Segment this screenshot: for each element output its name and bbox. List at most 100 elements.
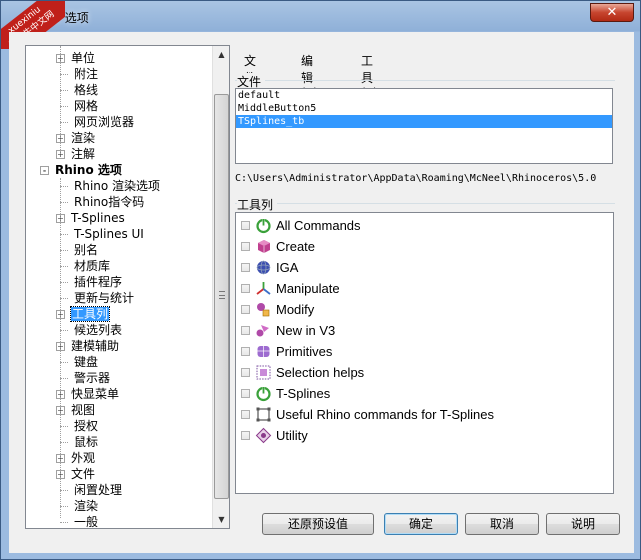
close-button[interactable]: ✕ <box>590 3 634 22</box>
cube-icon <box>255 238 272 255</box>
file-list-item[interactable]: TSplines_tb <box>236 115 612 128</box>
file-list[interactable]: default MiddleButton5 TSplines_tb <box>235 88 613 164</box>
tree-item[interactable]: 警示器 <box>56 370 110 386</box>
toolbars-group-label: 工具列 <box>237 196 278 213</box>
toolbar-checkbox[interactable] <box>241 431 250 440</box>
tree-item-label: 建模辅助 <box>71 339 120 353</box>
toolbar-checkbox[interactable] <box>241 242 250 251</box>
toolbar-checkbox[interactable] <box>241 284 250 293</box>
toolbar-checkbox[interactable] <box>241 347 250 356</box>
cancel-button[interactable]: 取消 <box>465 513 539 535</box>
tree-connector <box>60 266 68 267</box>
tree-item[interactable]: 鼠标 <box>56 434 98 450</box>
scroll-up-icon[interactable]: ▲ <box>213 46 229 63</box>
tree-scrollbar[interactable]: ▲ ▼ <box>212 46 229 528</box>
toolbar-label: Selection helps <box>276 365 365 380</box>
ok-button[interactable]: 确定 <box>384 513 458 535</box>
toolbar-checkbox[interactable] <box>241 326 250 335</box>
tree-item[interactable]: + 快显菜单 <box>56 386 119 402</box>
toolbar-list-item[interactable]: Modify <box>236 299 606 320</box>
tree-item-label: 渲染 <box>71 131 96 145</box>
tree-item[interactable]: + 文件 <box>56 466 95 482</box>
toolbar-list-item[interactable]: All Commands <box>236 215 606 236</box>
tree-item-label: 候选列表 <box>74 323 123 337</box>
tree-item[interactable]: 候选列表 <box>56 322 122 338</box>
tree-connector <box>60 522 68 523</box>
tree-item-label: 别名 <box>74 243 99 257</box>
tree-connector <box>60 330 68 331</box>
toolbar-list-item[interactable]: Utility <box>236 425 606 446</box>
tree-connector <box>60 186 68 187</box>
utility-icon <box>255 427 272 444</box>
tree-item[interactable]: T-Splines UI <box>56 226 144 242</box>
tree-item-label: 视图 <box>71 403 96 417</box>
scroll-thumb[interactable] <box>214 94 229 499</box>
toolbar-checkbox[interactable] <box>241 368 250 377</box>
tree-guide-line <box>60 178 61 518</box>
grip-icon <box>219 291 225 299</box>
tree-item[interactable]: + 单位 <box>56 50 95 66</box>
tree-item[interactable]: 一般 <box>56 514 98 528</box>
toolbar-checkbox[interactable] <box>241 389 250 398</box>
toolbar-checkbox[interactable] <box>241 263 250 272</box>
power-icon <box>255 217 272 234</box>
tree-item[interactable]: Rhino指令码 <box>56 194 144 210</box>
tree-item-label: 外观 <box>71 451 96 465</box>
file-list-item[interactable]: default <box>236 89 612 102</box>
tree-item[interactable]: 格线 <box>56 82 98 98</box>
tree-item[interactable]: + 视图 <box>56 402 95 418</box>
tree-item[interactable]: 网页浏览器 <box>56 114 134 130</box>
tree-item[interactable]: + T-Splines <box>56 210 125 226</box>
primitive-icon <box>255 343 272 360</box>
tree-item[interactable]: + 工具列 <box>56 306 111 322</box>
toolbar-list-item[interactable]: T-Splines <box>236 383 606 404</box>
toolbar-list[interactable]: All Commands Create IGA Manipulate Modify New… <box>235 212 614 494</box>
tree-item[interactable]: 渲染 <box>56 498 98 514</box>
tree-item[interactable]: 附注 <box>56 66 98 82</box>
file-list-item[interactable]: MiddleButton5 <box>236 102 612 115</box>
tree-item[interactable]: 网格 <box>56 98 98 114</box>
toolbar-label: Modify <box>276 302 315 317</box>
toolbar-list-item[interactable]: Manipulate <box>236 278 606 299</box>
options-window: hino 选项 ✕ xuexiniu 学犀牛中文网 +单位附注格线网格网页浏览器… <box>0 0 641 560</box>
tree-connector <box>60 506 68 507</box>
toolbar-list-item[interactable]: Create <box>236 236 606 257</box>
tree-item[interactable]: + 注解 <box>56 146 95 162</box>
tree-item[interactable]: + 建模辅助 <box>56 338 119 354</box>
options-tree[interactable]: + 单位 附注 格线 网格 网页浏览器 + 渲染 + 注解 - Rhino 选项 Rhino 渲染选项 R… <box>25 45 230 529</box>
tree-item[interactable]: 键盘 <box>56 354 98 370</box>
toolbar-label: Useful Rhino commands for T-Splines <box>276 407 494 422</box>
toolbar-checkbox[interactable] <box>241 305 250 314</box>
tree-connector <box>60 426 68 427</box>
toolbar-list-item[interactable]: Selection helps <box>236 362 606 383</box>
toolbar-list-item[interactable]: Primitives <box>236 341 606 362</box>
toolbar-checkbox[interactable] <box>241 410 250 419</box>
tree-item[interactable]: Rhino 渲染选项 <box>56 178 160 194</box>
restore-defaults-button[interactable]: 还原预设值 <box>262 513 374 535</box>
collapse-icon[interactable]: - <box>40 166 49 175</box>
frame-icon <box>255 406 272 423</box>
title-bar[interactable]: hino 选项 ✕ <box>1 1 640 31</box>
new-icon <box>255 322 272 339</box>
toolbar-label: All Commands <box>276 218 361 233</box>
scroll-down-icon[interactable]: ▼ <box>213 511 229 528</box>
toolbar-checkbox[interactable] <box>241 221 250 230</box>
tree-item[interactable]: 授权 <box>56 418 98 434</box>
toolbar-list-item[interactable]: IGA <box>236 257 606 278</box>
tree-item[interactable]: 更新与统计 <box>56 290 134 306</box>
tree-item[interactable]: 别名 <box>56 242 98 258</box>
tree-item[interactable]: 插件程序 <box>56 274 122 290</box>
toolbar-list-item[interactable]: New in V3 <box>236 320 606 341</box>
tree-item[interactable]: + 渲染 <box>56 130 95 146</box>
tree-item[interactable]: 闲置处理 <box>56 482 122 498</box>
tree-connector <box>60 74 68 75</box>
tree-item-label: 附注 <box>74 67 99 81</box>
tree-connector <box>60 378 68 379</box>
help-button[interactable]: 说明 <box>546 513 620 535</box>
tree-item[interactable]: - Rhino 选项 <box>40 162 122 178</box>
tree-connector <box>60 234 68 235</box>
tree-item[interactable]: 材质库 <box>56 258 110 274</box>
tree-item[interactable]: + 外观 <box>56 450 95 466</box>
toolbars-group-line <box>235 203 615 204</box>
toolbar-list-item[interactable]: Useful Rhino commands for T-Splines <box>236 404 606 425</box>
